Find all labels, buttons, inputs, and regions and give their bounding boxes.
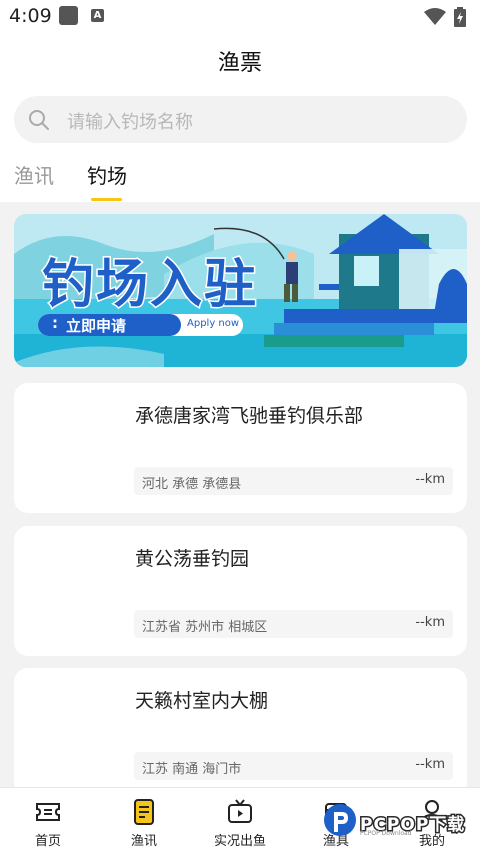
- news-doc-icon: [134, 799, 154, 825]
- battery-charging-icon: [454, 7, 466, 27]
- tabbar-label: 渔讯: [130, 834, 157, 849]
- venue-card[interactable]: 天籁村室内大棚 江苏 南通 海门市 --km: [14, 668, 467, 787]
- venue-location: 河北 承德 承德县: [142, 477, 242, 492]
- status-bar: 4:09 A: [0, 0, 480, 34]
- active-tab-indicator: [91, 198, 122, 201]
- venue-meta: 河北 承德 承德县 --km: [134, 467, 453, 495]
- tabbar-item-live[interactable]: 实况出鱼: [192, 788, 288, 854]
- tabbar-label: 首页: [34, 834, 61, 849]
- tabbar-item-home[interactable]: 首页: [0, 788, 96, 854]
- venue-name: 承德唐家湾飞驰垂钓俱乐部: [135, 405, 364, 427]
- venue-card[interactable]: 黄公荡垂钓园 江苏省 苏州市 相城区 --km: [14, 526, 467, 656]
- apply-label-en: Apply now: [187, 318, 240, 329]
- a-notification-icon: A: [91, 9, 104, 22]
- top-tabs: 渔讯 钓场: [0, 158, 480, 202]
- venue-location: 江苏省 苏州市 相城区: [142, 620, 268, 635]
- banner-title: 钓场入驻: [40, 254, 259, 317]
- tab-venues[interactable]: 钓场: [87, 160, 127, 189]
- venue-name: 黄公荡垂钓园: [135, 548, 250, 570]
- watermark-subtext: PCPOP Download: [360, 830, 412, 837]
- apply-button[interactable]: : 立即申请 Apply now: [38, 314, 243, 336]
- venue-distance: --km: [415, 472, 445, 487]
- apply-button-fill: : 立即申请: [38, 314, 181, 336]
- venue-name: 天籁村室内大棚: [135, 690, 269, 712]
- venue-card[interactable]: 承德唐家湾飞驰垂钓俱乐部 河北 承德 承德县 --km: [14, 383, 467, 513]
- tabbar-item-news[interactable]: 渔讯: [96, 788, 192, 854]
- apply-label: 立即申请: [66, 317, 127, 335]
- apply-dots: :: [52, 314, 58, 332]
- venue-list[interactable]: 钓场入驻 : 立即申请 Apply now 承德唐家湾飞驰垂钓俱乐部 河北 承德…: [0, 202, 480, 787]
- pcpop-watermark: PCPOP下载 PCPOP Download: [322, 800, 477, 845]
- page-title: 渔票: [217, 51, 262, 76]
- venue-meta: 江苏省 苏州市 相城区 --km: [134, 610, 453, 638]
- status-time: 4:09: [9, 5, 52, 27]
- venue-location: 江苏 南通 海门市: [142, 762, 242, 777]
- venue-distance: --km: [415, 757, 445, 772]
- search-placeholder: 请输入钓场名称: [67, 112, 193, 133]
- search-input[interactable]: 请输入钓场名称: [14, 96, 467, 143]
- square-app-icon: [59, 6, 78, 25]
- apply-banner[interactable]: 钓场入驻 : 立即申请 Apply now: [14, 214, 467, 367]
- search-icon: [29, 110, 49, 130]
- pcpop-logo-icon: [324, 804, 356, 836]
- tv-play-icon: [228, 799, 252, 823]
- venue-distance: --km: [415, 615, 445, 630]
- venue-meta: 江苏 南通 海门市 --km: [134, 752, 453, 780]
- ticket-icon: [36, 803, 60, 821]
- status-indicators: [424, 7, 466, 27]
- tab-news[interactable]: 渔讯: [14, 160, 54, 189]
- tabbar-label: 实况出鱼: [213, 834, 266, 849]
- wifi-icon: [424, 8, 446, 25]
